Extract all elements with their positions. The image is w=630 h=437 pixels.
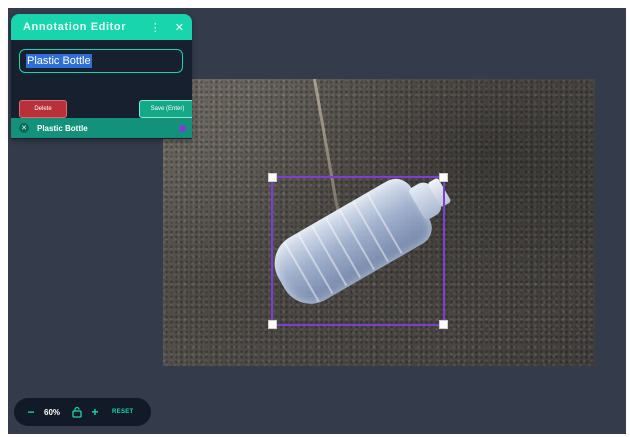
editor-title: Annotation Editor bbox=[23, 21, 127, 33]
editor-header[interactable]: Annotation Editor ⋮ ✕ bbox=[11, 14, 192, 40]
kebab-icon[interactable]: ⋮ bbox=[150, 21, 161, 34]
resize-handle-bottom-left[interactable] bbox=[268, 320, 277, 329]
zoom-controls: − 60% + RESET bbox=[14, 398, 151, 426]
close-icon[interactable]: ✕ bbox=[175, 21, 184, 34]
resize-handle-bottom-right[interactable] bbox=[439, 320, 448, 329]
save-button[interactable]: Save (Enter) bbox=[139, 100, 192, 118]
zoom-out-button[interactable]: − bbox=[24, 405, 38, 419]
annotation-list-item[interactable]: ✕ Plastic Bottle bbox=[11, 118, 192, 138]
annotation-color-dot bbox=[179, 124, 186, 132]
annotation-list-label: Plastic Bottle bbox=[37, 123, 88, 133]
reset-button[interactable]: RESET bbox=[112, 409, 134, 415]
remove-annotation-icon[interactable]: ✕ bbox=[19, 123, 29, 133]
lock-icon[interactable] bbox=[71, 406, 83, 418]
resize-handle-top-right[interactable] bbox=[439, 173, 448, 182]
delete-button[interactable]: Delete bbox=[19, 100, 67, 118]
annotation-name-value: Plastic Bottle bbox=[26, 54, 92, 68]
bounding-box[interactable] bbox=[268, 173, 448, 329]
annotation-name-input[interactable]: Plastic Bottle bbox=[19, 49, 183, 73]
zoom-in-button[interactable]: + bbox=[88, 405, 102, 419]
resize-handle-top-left[interactable] bbox=[268, 173, 277, 182]
zoom-level: 60% bbox=[44, 407, 61, 417]
